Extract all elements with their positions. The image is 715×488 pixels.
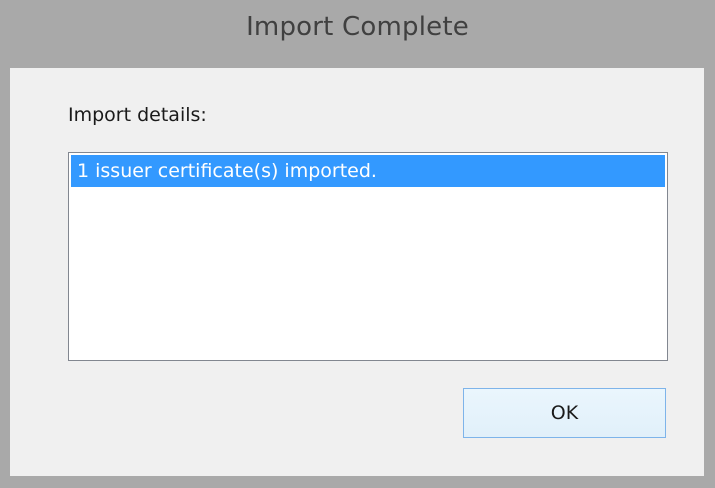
import-complete-dialog: Import Complete Import details: 1 issuer… — [0, 0, 715, 488]
title-bar[interactable]: Import Complete — [0, 0, 715, 68]
import-details-list[interactable]: 1 issuer certificate(s) imported. — [68, 152, 668, 361]
dialog-title: Import Complete — [246, 12, 469, 42]
dialog-body: Import details: 1 issuer certificate(s) … — [10, 68, 704, 476]
list-item[interactable]: 1 issuer certificate(s) imported. — [71, 155, 665, 187]
import-details-label: Import details: — [68, 104, 207, 126]
ok-button[interactable]: OK — [463, 388, 666, 438]
